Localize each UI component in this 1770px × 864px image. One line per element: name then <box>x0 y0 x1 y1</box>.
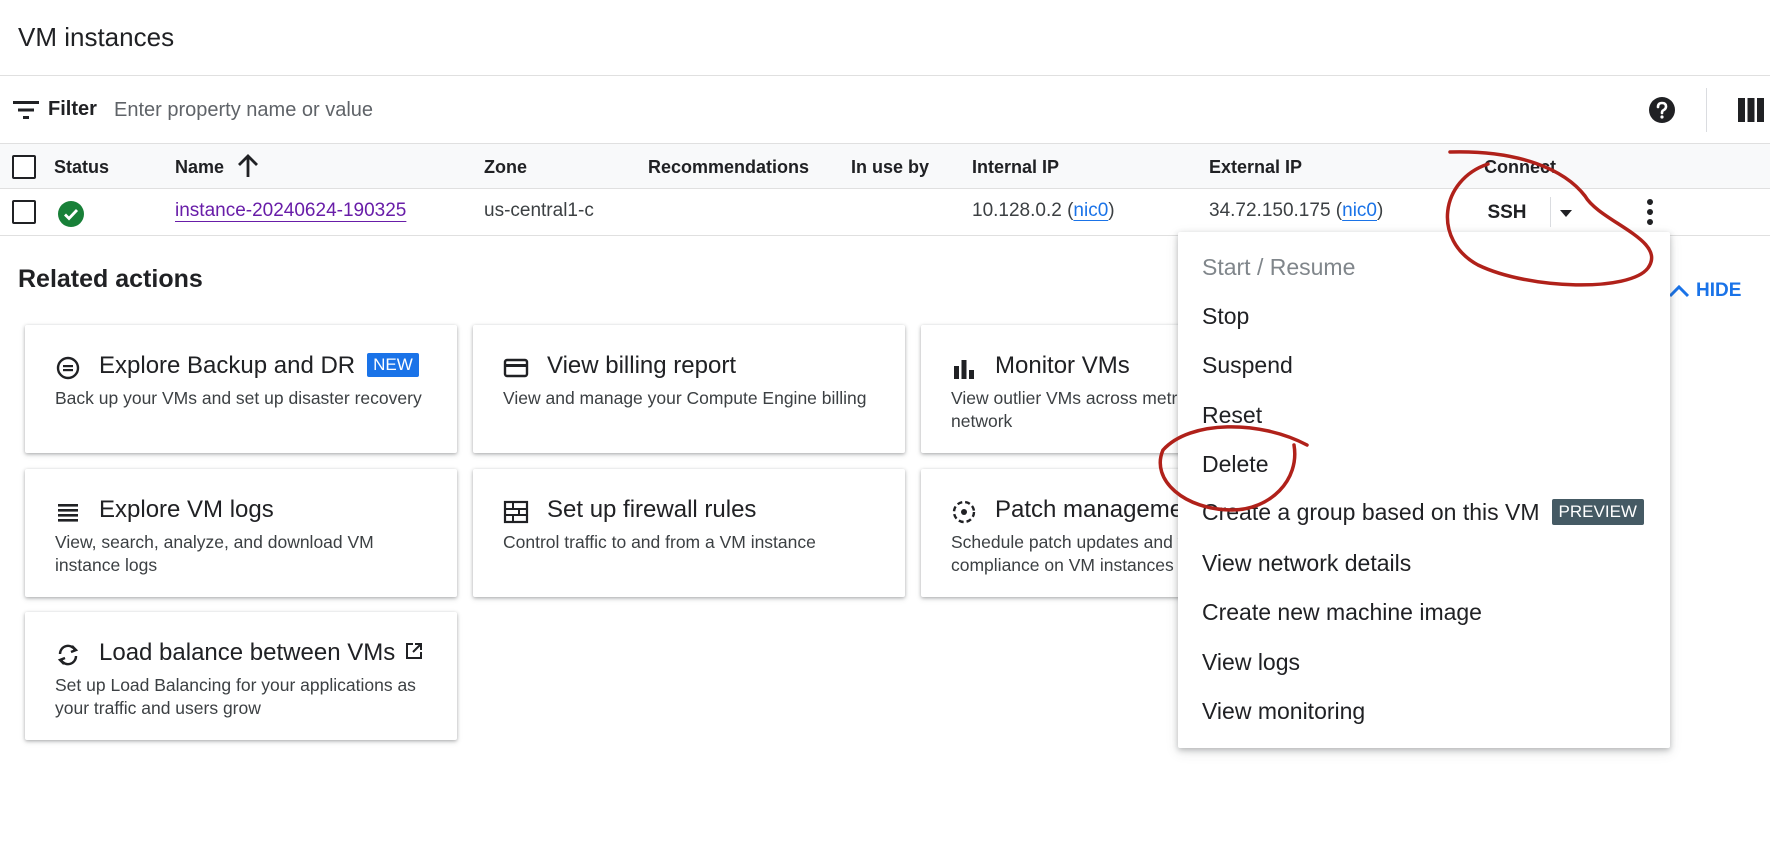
card-title-text: Load balance between VMs <box>99 639 396 666</box>
preview-badge: PREVIEW <box>1551 499 1644 525</box>
page-header: VM instances <box>0 0 1770 76</box>
table-header: Status Name Zone Recommendations In use … <box>0 144 1770 189</box>
menu-item-view-network-details[interactable]: View network details <box>1202 550 1411 577</box>
column-header-status[interactable]: Status <box>54 157 109 178</box>
filter-input[interactable] <box>114 92 914 128</box>
hide-label: HIDE <box>1696 280 1742 301</box>
menu-item-reset[interactable]: Reset <box>1202 402 1262 429</box>
patch-icon <box>952 500 976 524</box>
external-nic-link[interactable]: nic0 <box>1342 200 1377 221</box>
bar-chart-icon <box>954 360 974 379</box>
column-header-zone[interactable]: Zone <box>484 157 527 178</box>
internal-ip-value: 10.128.0.2 ( <box>972 200 1074 221</box>
toolbar-divider <box>1706 88 1707 132</box>
card-billing-report[interactable]: View billing report View and manage your… <box>473 325 905 453</box>
internal-ip-close: ) <box>1108 200 1115 221</box>
external-ip-value: 34.72.150.175 ( <box>1209 200 1343 221</box>
card-title: Explore Backup and DR NEW <box>99 352 419 380</box>
column-header-in-use-by[interactable]: In use by <box>851 157 929 178</box>
column-display-icon[interactable] <box>1738 98 1764 122</box>
external-ip-close: ) <box>1376 200 1384 221</box>
card-description: Set up Load Balancing for your applicati… <box>55 675 416 718</box>
ssh-button[interactable]: SSH <box>1482 198 1532 228</box>
logs-icon <box>58 504 78 522</box>
card-backup-dr[interactable]: Explore Backup and DR NEW Back up your VM… <box>25 325 457 453</box>
row-checkbox[interactable] <box>12 200 36 224</box>
sync-icon <box>57 644 79 666</box>
column-header-name[interactable]: Name <box>175 157 224 178</box>
instance-zone: us-central1-c <box>484 200 594 221</box>
chevron-up-icon <box>1668 284 1690 298</box>
card-description: View, search, analyze, and download VM i… <box>55 532 374 575</box>
menu-item-view-monitoring[interactable]: View monitoring <box>1202 698 1365 725</box>
column-header-recommendations[interactable]: Recommendations <box>648 157 809 178</box>
internal-nic-link[interactable]: nic0 <box>1073 200 1108 221</box>
menu-item-suspend[interactable]: Suspend <box>1202 352 1293 379</box>
column-header-external-ip[interactable]: External IP <box>1209 157 1302 178</box>
menu-item-create-machine-image[interactable]: Create new machine image <box>1202 599 1482 626</box>
column-header-internal-ip[interactable]: Internal IP <box>972 157 1059 178</box>
card-title: Monitor VMs <box>995 352 1130 379</box>
page-title: VM instances <box>18 22 175 52</box>
backup-icon <box>56 356 80 380</box>
card-title: Load balance between VMs <box>99 639 423 667</box>
internal-ip: 10.128.0.2 (nic0) <box>972 200 1115 222</box>
help-icon[interactable] <box>1648 96 1676 124</box>
filter-label[interactable]: Filter <box>48 98 97 121</box>
card-load-balance[interactable]: Load balance between VMs Set up Load Bal… <box>25 612 457 740</box>
instance-actions-menu: Start / Resume Stop Suspend Reset Delete… <box>1178 232 1670 748</box>
select-all-checkbox[interactable] <box>12 155 36 179</box>
menu-item-create-group[interactable]: Create a group based on this VM PREVIEW <box>1202 499 1644 526</box>
menu-item-start-resume: Start / Resume <box>1202 254 1356 280</box>
card-title: Set up firewall rules <box>547 496 757 523</box>
status-running-icon <box>58 201 84 227</box>
instance-name-link[interactable]: instance-20240624-190325 <box>175 200 406 222</box>
ssh-divider <box>1550 197 1551 227</box>
external-ip: 34.72.150.175 (nic0) <box>1209 200 1383 222</box>
sort-ascending-icon[interactable] <box>236 153 260 179</box>
menu-item-view-logs[interactable]: View logs <box>1202 649 1300 676</box>
related-actions-title: Related actions <box>18 265 203 293</box>
card-description: View and manage your Compute Engine bill… <box>503 388 867 408</box>
card-description: Back up your VMs and set up disaster rec… <box>55 388 422 408</box>
filter-icon[interactable] <box>13 100 39 120</box>
credit-card-icon <box>503 358 529 378</box>
table-row: instance-20240624-190325 us-central1-c 1… <box>0 189 1770 236</box>
card-description: Control traffic to and from a VM instanc… <box>503 532 816 552</box>
hide-button[interactable]: HIDE <box>1668 278 1741 304</box>
more-actions-icon[interactable] <box>1640 197 1660 227</box>
card-title: Patch management <box>995 496 1204 523</box>
menu-item-stop[interactable]: Stop <box>1202 303 1249 330</box>
firewall-icon <box>503 500 529 524</box>
column-header-connect: Connect <box>1484 157 1556 177</box>
card-title: Explore VM logs <box>99 496 274 523</box>
ssh-dropdown-icon[interactable] <box>1556 203 1576 223</box>
card-firewall-rules[interactable]: Set up firewall rules Control traffic to… <box>473 469 905 597</box>
new-badge: NEW <box>367 353 419 377</box>
menu-item-delete[interactable]: Delete <box>1202 451 1268 478</box>
card-title: View billing report <box>547 352 736 379</box>
external-link-icon <box>406 643 423 659</box>
menu-item-create-group-label: Create a group based on this VM <box>1202 499 1540 525</box>
card-vm-logs[interactable]: Explore VM logs View, search, analyze, a… <box>25 469 457 597</box>
filter-bar: Filter <box>0 76 1770 144</box>
card-title-text: Explore Backup and DR <box>99 352 356 379</box>
